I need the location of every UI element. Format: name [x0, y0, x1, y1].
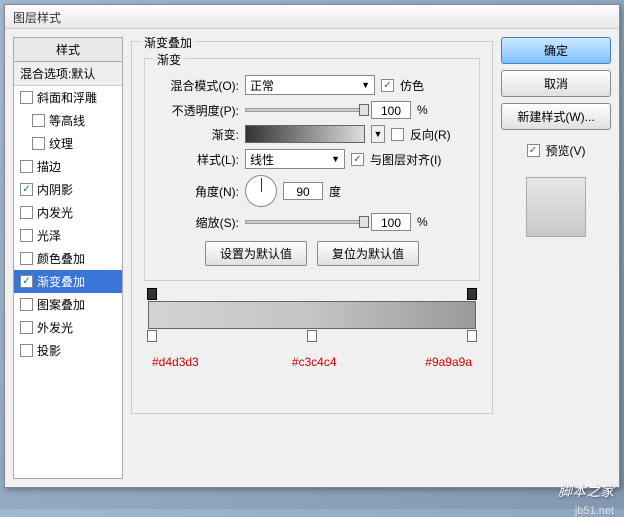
scale-slider[interactable]: [245, 220, 365, 224]
opacity-stop[interactable]: [147, 288, 157, 300]
chevron-down-icon: ▼: [331, 154, 340, 164]
style-checkbox[interactable]: [20, 229, 33, 242]
angle-input[interactable]: 90: [283, 182, 323, 200]
cancel-button[interactable]: 取消: [501, 70, 611, 97]
style-item-1[interactable]: 等高线: [14, 109, 122, 132]
gradient-label: 渐变:: [159, 126, 239, 143]
style-item-5[interactable]: 内发光: [14, 201, 122, 224]
style-checkbox[interactable]: [20, 91, 33, 104]
opacity-input[interactable]: 100: [371, 101, 411, 119]
opacity-label: 不透明度(P):: [159, 102, 239, 119]
style-checkbox[interactable]: [20, 206, 33, 219]
styles-header[interactable]: 样式: [14, 38, 122, 62]
opacity-stop[interactable]: [467, 288, 477, 300]
style-checkbox[interactable]: [32, 114, 45, 127]
inner-group-title: 渐变: [153, 51, 185, 68]
scale-label: 缩放(S):: [159, 214, 239, 231]
align-label: 与图层对齐(I): [370, 151, 441, 168]
reset-default-button[interactable]: 复位为默认值: [317, 241, 419, 266]
blending-options-item[interactable]: 混合选项:默认: [14, 62, 122, 86]
preview-label: 预览(V): [546, 142, 586, 159]
align-checkbox[interactable]: [351, 153, 364, 166]
style-checkbox[interactable]: [20, 252, 33, 265]
dither-checkbox[interactable]: [381, 79, 394, 92]
reverse-label: 反向(R): [410, 126, 451, 143]
style-item-label: 投影: [37, 342, 61, 359]
preview-thumbnail: [526, 177, 586, 237]
style-item-label: 颜色叠加: [37, 250, 85, 267]
gradient-editor[interactable]: #d4d3d3 #c3c4c4 #9a9a9a: [144, 301, 480, 401]
watermark: 脚本之家: [558, 481, 614, 501]
reverse-checkbox[interactable]: [391, 128, 404, 141]
blend-mode-dropdown[interactable]: 正常▼: [245, 75, 375, 95]
group-title: 渐变叠加: [140, 34, 196, 51]
style-item-label: 图案叠加: [37, 296, 85, 313]
style-item-10[interactable]: 外发光: [14, 316, 122, 339]
action-panel: 确定 取消 新建样式(W)... 预览(V): [501, 37, 611, 479]
style-item-7[interactable]: 颜色叠加: [14, 247, 122, 270]
style-item-label: 纹理: [49, 135, 73, 152]
style-checkbox[interactable]: [20, 160, 33, 173]
style-checkbox[interactable]: [20, 183, 33, 196]
style-item-3[interactable]: 描边: [14, 155, 122, 178]
style-item-label: 描边: [37, 158, 61, 175]
style-checkbox[interactable]: [20, 275, 33, 288]
preview-checkbox[interactable]: [527, 144, 540, 157]
color-hex-label: #9a9a9a: [425, 355, 472, 369]
style-checkbox[interactable]: [32, 137, 45, 150]
style-item-label: 斜面和浮雕: [37, 89, 97, 106]
angle-dial[interactable]: [245, 175, 277, 207]
style-item-8[interactable]: 渐变叠加: [14, 270, 122, 293]
blend-mode-label: 混合模式(O):: [159, 77, 239, 94]
style-item-9[interactable]: 图案叠加: [14, 293, 122, 316]
color-stop[interactable]: [307, 330, 317, 342]
settings-panel: 渐变叠加 渐变 混合模式(O): 正常▼ 仿色 不透明度(P):: [131, 37, 493, 479]
style-item-label: 渐变叠加: [37, 273, 85, 290]
styles-list: 样式 混合选项:默认 斜面和浮雕等高线纹理描边内阴影内发光光泽颜色叠加渐变叠加图…: [13, 37, 123, 479]
style-item-label: 光泽: [37, 227, 61, 244]
style-item-label: 内阴影: [37, 181, 73, 198]
style-item-6[interactable]: 光泽: [14, 224, 122, 247]
style-item-11[interactable]: 投影: [14, 339, 122, 362]
opacity-slider[interactable]: [245, 108, 365, 112]
style-item-label: 内发光: [37, 204, 73, 221]
ok-button[interactable]: 确定: [501, 37, 611, 64]
style-checkbox[interactable]: [20, 344, 33, 357]
style-label: 样式(L):: [159, 151, 239, 168]
style-checkbox[interactable]: [20, 321, 33, 334]
scale-input[interactable]: 100: [371, 213, 411, 231]
dither-label: 仿色: [400, 77, 424, 94]
gradient-picker-button[interactable]: ▼: [371, 125, 385, 143]
layer-style-dialog: 图层样式 样式 混合选项:默认 斜面和浮雕等高线纹理描边内阴影内发光光泽颜色叠加…: [4, 4, 620, 488]
angle-label: 角度(N):: [159, 183, 239, 200]
style-dropdown[interactable]: 线性▼: [245, 149, 345, 169]
style-item-label: 外发光: [37, 319, 73, 336]
style-item-0[interactable]: 斜面和浮雕: [14, 86, 122, 109]
make-default-button[interactable]: 设置为默认值: [205, 241, 307, 266]
color-hex-label: #d4d3d3: [152, 355, 199, 369]
color-hex-label: #c3c4c4: [292, 355, 337, 369]
style-item-label: 等高线: [49, 112, 85, 129]
new-style-button[interactable]: 新建样式(W)...: [501, 103, 611, 130]
color-stop[interactable]: [467, 330, 477, 342]
style-checkbox[interactable]: [20, 298, 33, 311]
chevron-down-icon: ▼: [361, 80, 370, 90]
gradient-bar[interactable]: [148, 301, 476, 329]
title-bar[interactable]: 图层样式: [5, 5, 619, 29]
style-item-2[interactable]: 纹理: [14, 132, 122, 155]
gradient-preview[interactable]: [245, 125, 365, 143]
style-item-4[interactable]: 内阴影: [14, 178, 122, 201]
color-stop[interactable]: [147, 330, 157, 342]
watermark-url: jb51.net: [575, 505, 614, 517]
